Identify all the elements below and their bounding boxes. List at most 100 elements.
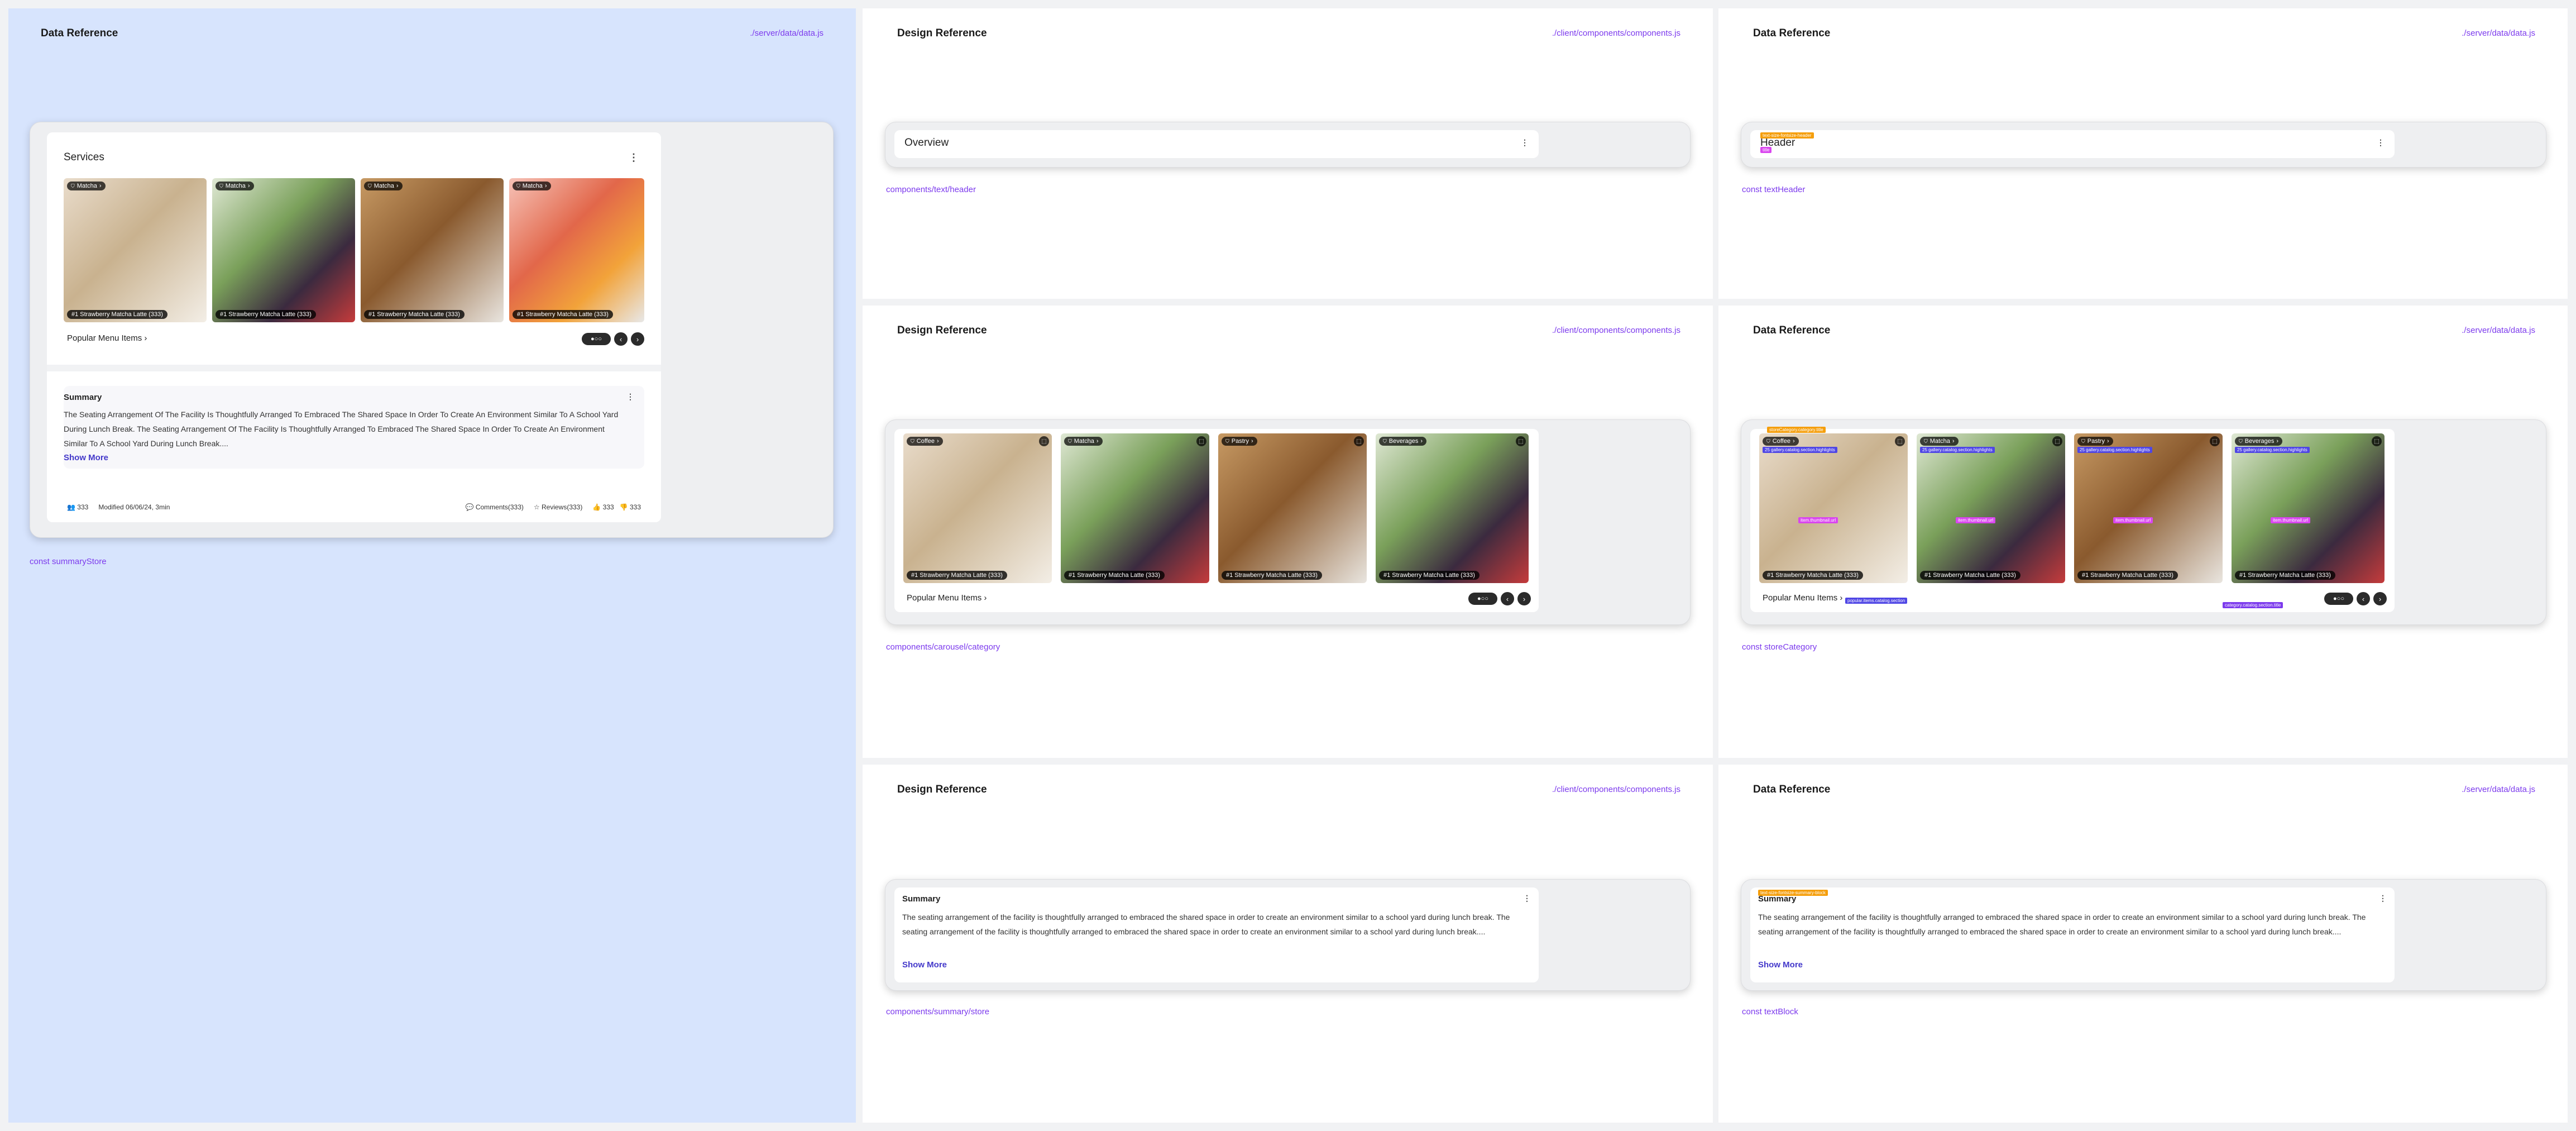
popular-menu-items-link[interactable]: Popular Menu Items ›	[907, 593, 987, 603]
category-chip[interactable]: ⛉ Coffee ›	[1763, 437, 1799, 446]
panel-path-link[interactable]: ./client/components/components.js	[1552, 326, 1680, 335]
preview-frame: Header text-size-fontsize-header title ⋮	[1741, 122, 2546, 168]
category-chip[interactable]: ⛉ Matcha ›	[1064, 437, 1103, 446]
item-caption[interactable]: #1 Strawberry Matcha Latte (333)	[2077, 571, 2178, 580]
item-caption[interactable]: #1 Strawberry Matcha Latte (333)	[907, 571, 1007, 580]
item-caption[interactable]: #1 Strawberry Matcha Latte (333)	[216, 310, 316, 319]
item-caption[interactable]: #1 Strawberry Matcha Latte (333)	[67, 310, 167, 319]
summary-card: Summary ⋮ The seating arrangement of the…	[894, 887, 1539, 982]
panel-title: Data Reference	[1753, 27, 1831, 39]
popular-menu-items-link[interactable]: Popular Menu Items ›	[67, 333, 147, 343]
chevron-right-icon: ›	[984, 593, 987, 603]
more-vertical-icon[interactable]: ⋮	[1523, 894, 1531, 902]
carousel-pager: ●○○ ‹ ›	[1468, 592, 1531, 605]
show-more-link[interactable]: Show More	[64, 453, 108, 462]
comments-count[interactable]: 💬 Comments(333)	[466, 503, 524, 511]
carousel-item[interactable]: ⛉ Matcha › #1 Strawberry Matcha Latte (333…	[212, 178, 355, 322]
item-caption[interactable]: #1 Strawberry Matcha Latte (333)	[364, 310, 465, 319]
panel-label: const textHeader	[1742, 185, 1806, 194]
carousel-item[interactable]: ⛉ Coffee › ⬚ 25 gallery.catalog.section.hi…	[1759, 433, 1908, 583]
panel-title: Data Reference	[1753, 324, 1831, 336]
bookmark-icon[interactable]: ⬚	[1039, 436, 1049, 446]
chevron-right-icon[interactable]: ›	[631, 332, 644, 346]
panel-path-link[interactable]: ./client/components/components.js	[1552, 785, 1680, 794]
carousel-item[interactable]: ⛉ Beverages › ⬚ #1 Strawberry Matcha Latte…	[1376, 433, 1529, 583]
data-overlay-tag: 25 gallery.catalog.section.highlights	[1763, 447, 1837, 453]
carousel-item[interactable]: ⛉ Matcha › ⬚ 25 gallery.catalog.section.hi…	[1917, 433, 2065, 583]
more-vertical-icon[interactable]: ⋮	[626, 393, 634, 400]
category-chip[interactable]: ⛉ Pastry ›	[1222, 437, 1257, 446]
summary-block: Summary ⋮ The Seating Arrangement Of The…	[64, 386, 644, 469]
item-caption[interactable]: #1 Strawberry Matcha Latte (333)	[1763, 571, 1863, 580]
panel-label: components/carousel/category	[886, 642, 1000, 652]
panel-path-link[interactable]: ./server/data/data.js	[2462, 785, 2535, 794]
bookmark-icon[interactable]: ⬚	[2372, 436, 2382, 446]
panel-path-link[interactable]: ./server/data/data.js	[750, 28, 823, 38]
summary-store-panel: Data Reference ./server/data/data.js Ser…	[8, 8, 856, 1123]
cup-icon: ⛉	[219, 183, 223, 189]
page-indicator[interactable]: ●○○	[582, 333, 611, 345]
dislike-count[interactable]: 👎 333	[620, 503, 641, 511]
panel-label: const textBlock	[1742, 1007, 1798, 1017]
like-count[interactable]: 👍 333	[592, 503, 614, 511]
page-indicator[interactable]: ●○○	[1468, 593, 1497, 605]
chevron-left-icon[interactable]: ‹	[614, 332, 628, 346]
item-caption[interactable]: #1 Strawberry Matcha Latte (333)	[1064, 571, 1165, 580]
more-vertical-icon[interactable]: ⋮	[2379, 894, 2387, 902]
preview-frame: Overview ⋮	[885, 122, 1691, 168]
thumbs-up-icon: 👍	[592, 503, 601, 511]
carousel-item[interactable]: ⛉ Matcha › #1 Strawberry Matcha Latte (333…	[361, 178, 504, 322]
bookmark-icon[interactable]: ⬚	[1196, 436, 1206, 446]
chevron-left-icon[interactable]: ‹	[2357, 592, 2370, 605]
carousel-item[interactable]: ⛉ Coffee › ⬚ #1 Strawberry Matcha Latte (3…	[903, 433, 1052, 583]
category-chip[interactable]: ⛉ Beverages ›	[1379, 437, 1427, 446]
category-chip[interactable]: ⛉ Matcha ›	[216, 182, 254, 190]
cup-icon: ⛉	[1383, 438, 1387, 444]
more-vertical-icon[interactable]: ⋮	[1521, 139, 1529, 146]
panel-path-link[interactable]: ./server/data/data.js	[2462, 28, 2535, 38]
item-caption[interactable]: #1 Strawberry Matcha Latte (333)	[1379, 571, 1479, 580]
carousel-pager: ●○○ ‹ ›	[582, 332, 644, 346]
item-caption[interactable]: #1 Strawberry Matcha Latte (333)	[2235, 571, 2335, 580]
panel-path-link[interactable]: ./client/components/components.js	[1552, 28, 1680, 38]
category-chip[interactable]: ⛉ Pastry ›	[2077, 437, 2113, 446]
bookmark-icon[interactable]: ⬚	[1895, 436, 1905, 446]
page-indicator[interactable]: ●○○	[2324, 593, 2353, 605]
summary-text: The seating arrangement of the facility …	[902, 913, 1510, 936]
category-chip[interactable]: ⛉ Coffee ›	[907, 437, 943, 446]
carousel-item[interactable]: ⛉ Matcha › ⬚ #1 Strawberry Matcha Latte (3…	[1061, 433, 1209, 583]
show-more-link[interactable]: Show More	[902, 960, 947, 970]
more-vertical-icon[interactable]: ⋮	[2377, 139, 2385, 146]
chevron-right-icon[interactable]: ›	[1517, 592, 1531, 605]
header-card: Header text-size-fontsize-header title ⋮	[1750, 130, 2395, 158]
item-caption[interactable]: #1 Strawberry Matcha Latte (333)	[1222, 571, 1322, 580]
carousel-item[interactable]: ⛉ Beverages › ⬚ 25 gallery.catalog.section…	[2232, 433, 2385, 583]
bookmark-icon[interactable]: ⬚	[1354, 436, 1364, 446]
chevron-left-icon[interactable]: ‹	[1501, 592, 1514, 605]
popular-menu-items-link[interactable]: Popular Menu Items ›	[1763, 593, 1842, 603]
more-vertical-icon[interactable]: ⋮	[629, 152, 639, 163]
carousel-item[interactable]: ⛉ Matcha › #1 Strawberry Matcha Latte (333…	[64, 178, 207, 322]
carousel-item[interactable]: ⛉ Pastry › ⬚ 25 gallery.catalog.section.hi…	[2074, 433, 2223, 583]
chevron-right-icon[interactable]: ›	[2373, 592, 2387, 605]
carousel-item[interactable]: ⛉ Pastry › ⬚ #1 Strawberry Matcha Latte (3…	[1218, 433, 1367, 583]
bookmark-icon[interactable]: ⬚	[2052, 436, 2062, 446]
bookmark-icon[interactable]: ⬚	[1516, 436, 1526, 446]
carousel-card: ⛉ Coffee › ⬚ #1 Strawberry Matcha Latte (3…	[894, 429, 1539, 612]
category-chip[interactable]: ⛉ Matcha ›	[1920, 437, 1959, 446]
category-chip[interactable]: ⛉ Matcha ›	[513, 182, 551, 190]
panel-path-link[interactable]: ./server/data/data.js	[2462, 326, 2535, 335]
comment-icon: 💬	[465, 503, 474, 511]
reviews-count[interactable]: ☆ Reviews(333)	[534, 503, 582, 511]
category-chip[interactable]: ⛉ Matcha ›	[364, 182, 403, 190]
show-more-link[interactable]: Show More	[1758, 960, 1803, 970]
item-caption[interactable]: #1 Strawberry Matcha Latte (333)	[1920, 571, 2020, 580]
item-caption[interactable]: #1 Strawberry Matcha Latte (333)	[513, 310, 613, 319]
carousel-item[interactable]: ⛉ Matcha › #1 Strawberry Matcha Latte (333…	[509, 178, 644, 322]
category-chip[interactable]: ⛉ Matcha ›	[67, 182, 106, 190]
carousel-card: storeCategory.category.title ⛉ Coffee › ⬚ …	[1750, 427, 2395, 612]
cup-icon: ⛉	[2081, 438, 2085, 444]
category-chip[interactable]: ⛉ Beverages ›	[2235, 437, 2283, 446]
bookmark-icon[interactable]: ⬚	[2210, 436, 2220, 446]
summary-title: Summary	[902, 894, 941, 904]
